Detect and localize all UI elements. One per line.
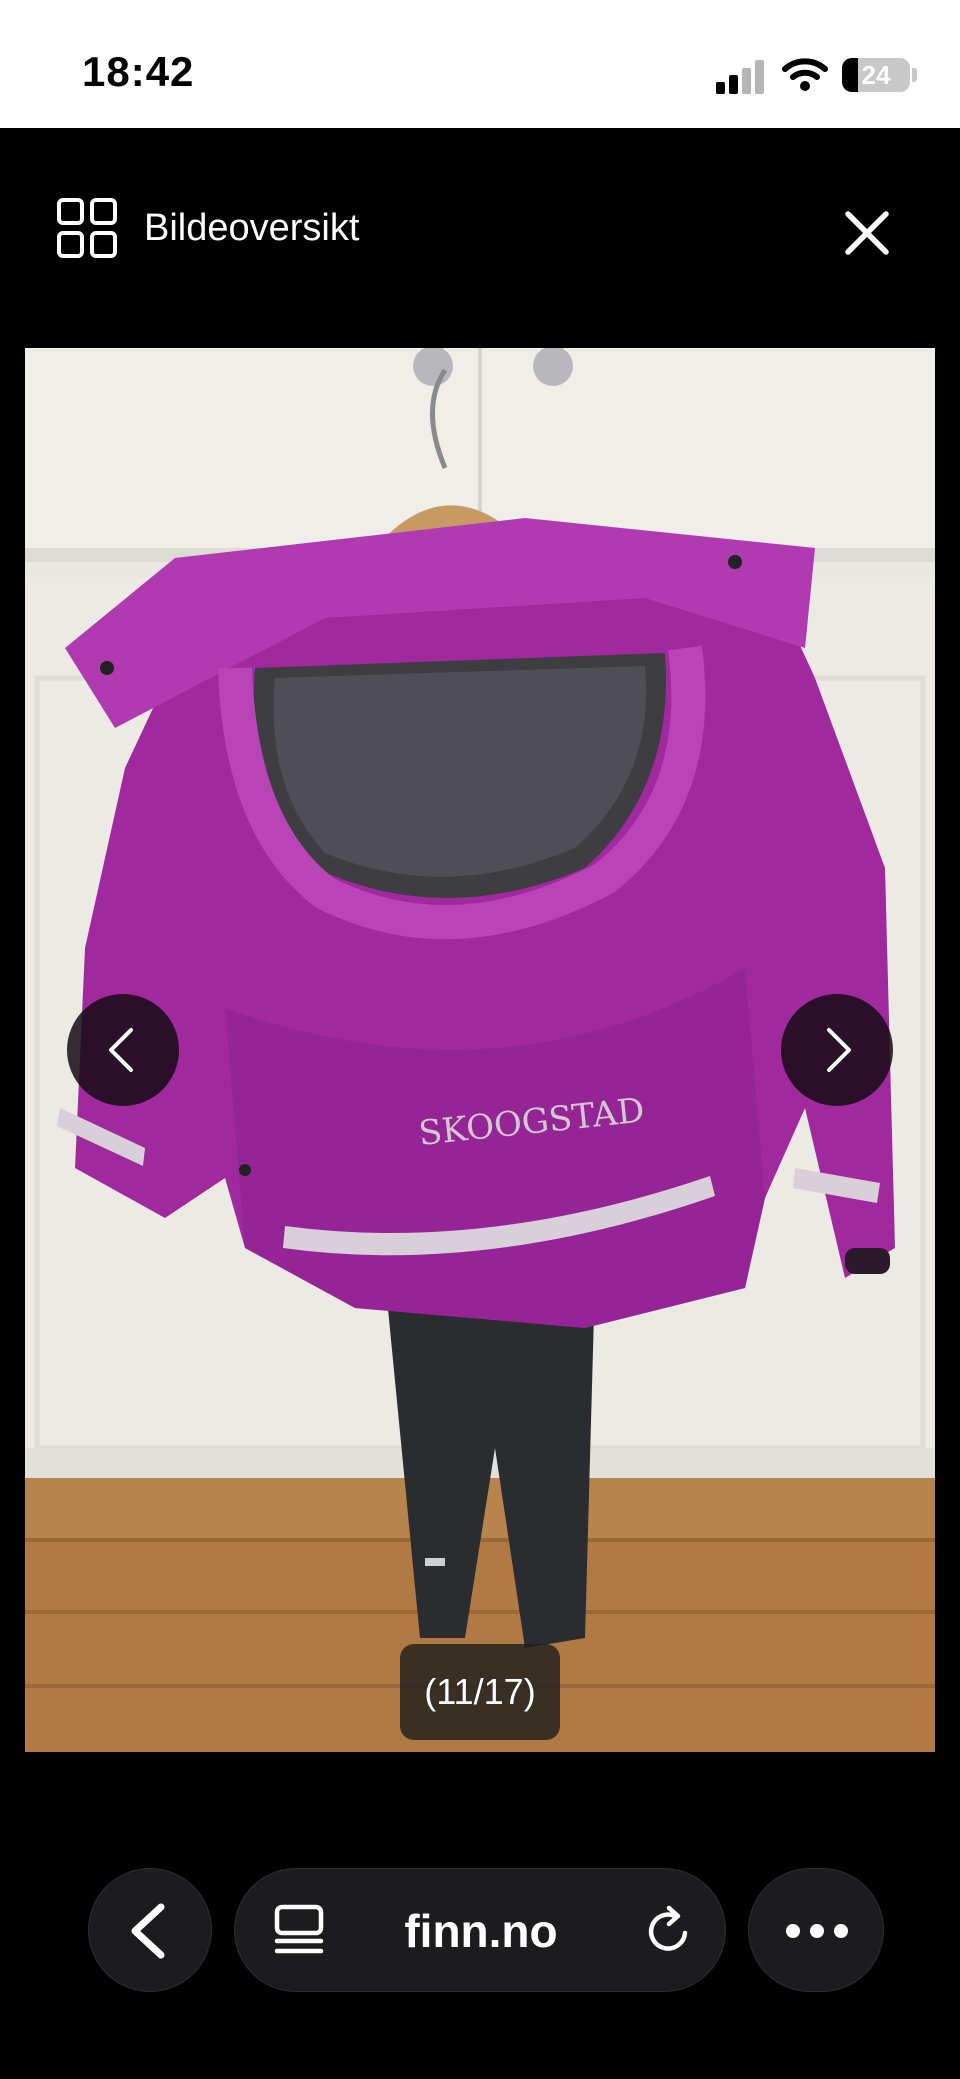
close-icon[interactable] [832,198,902,268]
next-image-button[interactable] [781,994,893,1106]
browser-back-button[interactable] [88,1868,212,1992]
image-overview-button[interactable]: Bildeoversikt [56,188,359,268]
reader-mode-icon[interactable] [271,1903,327,1959]
status-time: 18:42 [82,48,195,95]
gallery-header: Bildeoversikt [0,128,960,348]
reload-icon[interactable] [641,1903,697,1959]
address-bar[interactable]: finn.no [234,1868,726,1992]
browser-bottom-bar: finn.no [0,1752,960,2079]
battery-icon: 24 [842,58,910,92]
status-bar: 18:42 24 [0,0,960,128]
wifi-icon [782,58,828,91]
image-counter: (11/17) [400,1644,560,1740]
grid-icon [57,198,117,258]
url-text[interactable]: finn.no [335,1869,627,1993]
cellular-signal-icon [716,60,764,94]
battery-nub [912,68,917,82]
chevron-left-icon [109,1028,133,1072]
battery-level: 24 [861,60,891,90]
chevron-right-icon [827,1028,851,1072]
previous-image-button[interactable] [67,994,179,1106]
image-overview-label: Bildeoversikt [144,206,360,249]
more-button[interactable] [748,1868,884,1992]
chevron-left-icon [131,1903,165,1959]
more-icon [786,1924,848,1938]
